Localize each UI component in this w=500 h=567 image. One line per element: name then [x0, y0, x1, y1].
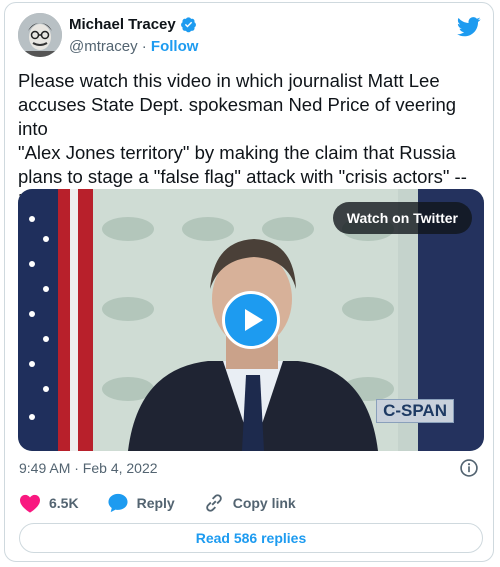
verified-badge-icon [180, 17, 196, 33]
author-name-row: Michael Tracey [69, 16, 197, 33]
tweet-card: Michael Tracey @mtracey · Follow Please … [4, 2, 494, 562]
handle-row: @mtracey · Follow [69, 38, 198, 55]
tweet-timestamp[interactable]: 9:49 AM · Feb 4, 2022 [19, 460, 158, 476]
action-bar: 6.5K Reply Copy link [19, 493, 324, 513]
like-count: 6.5K [49, 495, 79, 511]
handle-separator: · [141, 38, 147, 55]
reply-label: Reply [136, 495, 175, 511]
follow-button[interactable]: Follow [151, 38, 199, 55]
info-icon[interactable] [459, 458, 479, 478]
cspan-watermark: C-SPAN [376, 399, 454, 423]
like-button[interactable]: 6.5K [19, 493, 79, 513]
heart-icon [20, 494, 40, 513]
play-button[interactable] [222, 291, 280, 349]
watch-on-twitter-button[interactable]: Watch on Twitter [332, 202, 472, 234]
link-icon [205, 494, 222, 512]
reply-bubble-icon [108, 493, 128, 513]
author-name[interactable]: Michael Tracey [69, 16, 176, 33]
copy-link-button[interactable]: Copy link [203, 493, 296, 513]
avatar[interactable] [18, 13, 62, 57]
video-media[interactable]: Watch on Twitter C-SPAN [18, 189, 484, 451]
play-icon [245, 309, 263, 331]
copy-link-label: Copy link [232, 495, 296, 511]
read-replies-button[interactable]: Read 586 replies [19, 523, 483, 553]
reply-button[interactable]: Reply [107, 493, 175, 513]
twitter-bird-icon[interactable] [457, 16, 481, 38]
author-handle[interactable]: @mtracey [69, 38, 138, 55]
